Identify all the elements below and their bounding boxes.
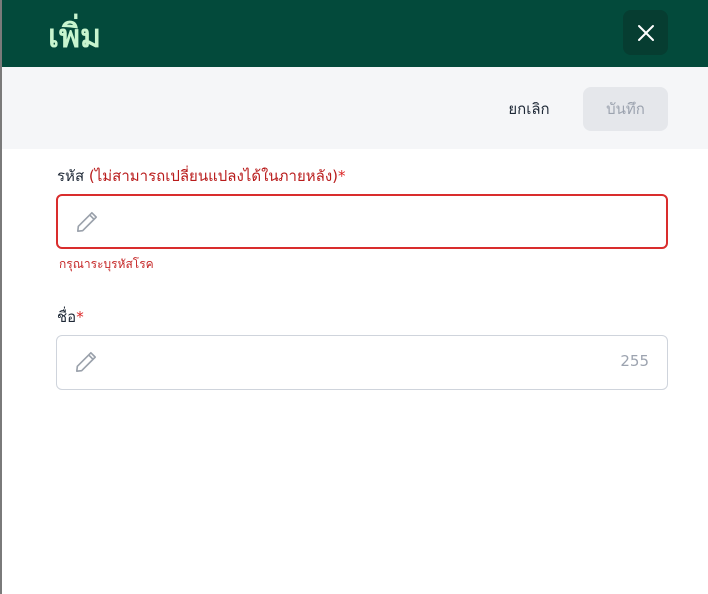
code-error-message: กรุณาระบุรหัสโรค xyxy=(59,257,154,271)
pencil-icon xyxy=(75,351,97,373)
pencil-icon xyxy=(76,211,98,233)
code-input[interactable] xyxy=(114,204,598,242)
dialog-header: เพิ่ม xyxy=(2,0,708,67)
save-button[interactable]: บันทึก xyxy=(583,87,668,131)
dialog-title: เพิ่ม xyxy=(48,17,102,55)
dialog-toolbar: ยกเลิก บันทึก xyxy=(2,67,708,149)
code-field[interactable] xyxy=(56,194,668,249)
name-label-text: ชื่อ xyxy=(57,308,77,326)
add-dialog: เพิ่ม ยกเลิก บันทึก รหัส (ไม่สามารถเปลี่… xyxy=(2,0,708,594)
name-input[interactable] xyxy=(113,344,597,382)
char-counter: 255 xyxy=(620,352,649,370)
code-label-note: (ไม่สามารถเปลี่ยนแปลงได้ในภายหลัง) xyxy=(88,167,339,185)
name-field[interactable]: 255 xyxy=(56,335,668,390)
code-label: รหัส (ไม่สามารถเปลี่ยนแปลงได้ในภายหลัง)* xyxy=(57,166,346,186)
close-button[interactable] xyxy=(623,10,668,55)
name-label: ชื่อ* xyxy=(57,307,84,327)
close-icon xyxy=(637,24,654,41)
code-required-mark: * xyxy=(338,167,346,185)
cancel-button[interactable]: ยกเลิก xyxy=(494,87,564,131)
code-label-text: รหัส xyxy=(57,167,85,185)
name-required-mark: * xyxy=(76,308,84,326)
